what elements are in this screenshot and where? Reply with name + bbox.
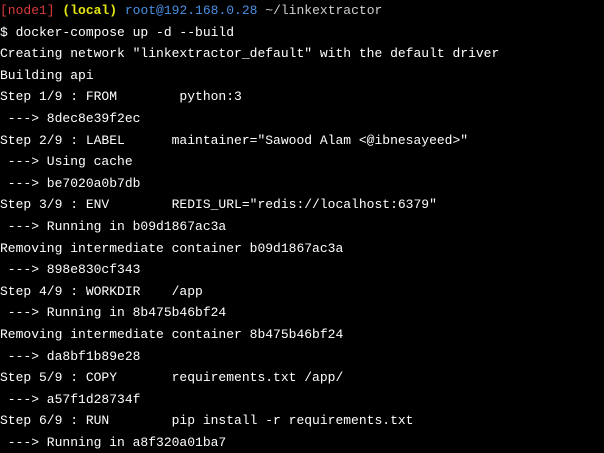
prompt-node: [node1] bbox=[0, 3, 55, 18]
output-line: Step 2/9 : LABEL maintainer="Sawood Alam… bbox=[0, 132, 469, 148]
terminal-window[interactable]: [node1] (local) root@192.168.0.28 ~/link… bbox=[0, 0, 604, 453]
output-line: ---> 8dec8e39f2ec bbox=[0, 110, 141, 126]
output-line: ---> da8bf1b89e28 bbox=[0, 348, 141, 364]
output-line: ---> 898e830cf343 bbox=[0, 262, 141, 278]
output-line: Removing intermediate container b09d1867… bbox=[0, 240, 344, 256]
shell-prompt: [node1] (local) root@192.168.0.28 ~/link… bbox=[0, 0, 604, 22]
output-line: Step 3/9 : ENV REDIS_URL="redis://localh… bbox=[0, 197, 437, 213]
output-line: Step 6/9 : RUN pip install -r requiremen… bbox=[0, 413, 414, 429]
output-line: Creating network "linkextractor_default"… bbox=[0, 46, 500, 62]
output-line: ---> Running in 8b475b46bf24 bbox=[0, 305, 227, 321]
prompt-env: (local) bbox=[62, 3, 118, 18]
output-line: ---> Using cache bbox=[0, 154, 133, 170]
output-line: Removing intermediate container 8b475b46… bbox=[0, 326, 344, 342]
output-line: Step 4/9 : WORKDIR /app bbox=[0, 283, 203, 299]
output-line: Step 1/9 : FROM python:3 bbox=[0, 89, 242, 105]
output-line: Building api bbox=[0, 67, 94, 83]
output-line: ---> Running in b09d1867ac3a bbox=[0, 218, 227, 234]
output-line: Step 5/9 : COPY requirements.txt /app/ bbox=[0, 370, 344, 386]
output-line: ---> a57f1d28734f bbox=[0, 391, 141, 407]
prompt-userhost: root@192.168.0.28 bbox=[124, 3, 258, 18]
output-line: ---> Running in a8f320a01ba7 bbox=[0, 434, 227, 450]
command-line: $ docker-compose up -d --build bbox=[0, 24, 235, 40]
prompt-path: ~/linkextractor bbox=[265, 3, 383, 18]
output-line: ---> be7020a0b7db bbox=[0, 175, 141, 191]
